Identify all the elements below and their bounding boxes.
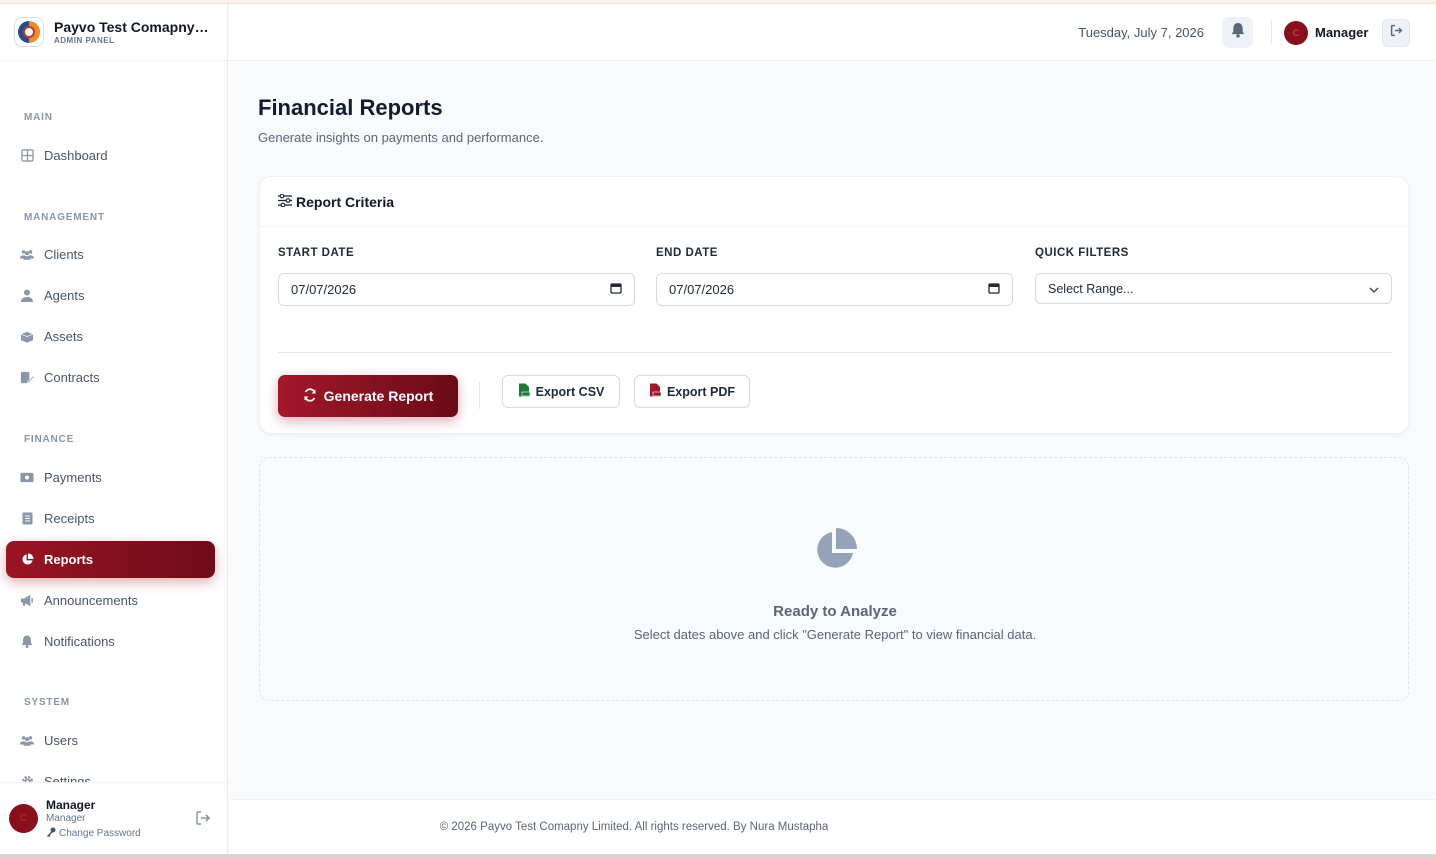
sidebar-item-dashboard[interactable]: Dashboard <box>6 137 215 174</box>
box-icon <box>20 330 34 344</box>
header-logout-button[interactable] <box>1382 19 1410 47</box>
chevron-down-icon <box>1369 282 1379 296</box>
copyright-text: © 2026 Payvo Test Comapny Limited. All r… <box>439 821 829 833</box>
sidebar-item-assets[interactable]: Assets <box>6 318 215 355</box>
end-date-label: END DATE <box>656 247 718 259</box>
section-title-management: MANAGEMENT <box>24 212 105 223</box>
start-date-input[interactable]: 07/07/2026 <box>278 273 635 306</box>
sidebar-user-name: Manager <box>46 798 96 812</box>
users-icon <box>20 734 34 748</box>
user-icon <box>20 289 34 303</box>
avatar[interactable]: C <box>1284 21 1308 45</box>
section-title-system: SYSTEM <box>24 697 70 708</box>
generate-report-button[interactable]: Generate Report <box>278 375 458 417</box>
sidebar-item-notifications[interactable]: Notifications <box>6 623 215 660</box>
key-icon <box>46 827 56 840</box>
card-header: Report Criteria <box>260 177 1408 227</box>
header-divider <box>1271 20 1272 45</box>
sidebar-item-label: Assets <box>44 329 84 344</box>
sidebar-item-label: Agents <box>44 288 85 303</box>
refresh-icon <box>303 387 317 405</box>
top-header: Tuesday, July 7, 2026 C Manager <box>229 4 1436 61</box>
sidebar-item-label: Dashboard <box>44 148 108 163</box>
sidebar-item-reports[interactable]: Reports <box>6 541 215 578</box>
sidebar-item-label: Reports <box>44 552 94 567</box>
sidebar-item-label: Clients <box>44 247 84 262</box>
export-csv-button[interactable]: Export CSV <box>502 375 620 408</box>
sliders-icon <box>278 193 292 210</box>
brand-subtitle: ADMIN PANEL <box>54 36 115 45</box>
brand[interactable]: Payvo Test Comapny Limited ADMIN PANEL <box>0 4 227 61</box>
page-title: Financial Reports <box>258 95 443 120</box>
sidebar-user-role: Manager <box>46 813 86 824</box>
logout-icon <box>1390 24 1403 42</box>
receipt-icon <box>20 512 34 526</box>
gear-icon <box>20 775 34 782</box>
users-icon <box>20 248 34 262</box>
avatar[interactable]: C <box>9 804 38 833</box>
sidebar-item-settings[interactable]: Settings <box>6 763 215 782</box>
sidebar-item-payments[interactable]: Payments <box>6 459 215 496</box>
page-subtitle: Generate insights on payments and perfor… <box>258 130 544 145</box>
notifications-button[interactable] <box>1222 17 1253 48</box>
company-logo-icon <box>14 17 44 47</box>
empty-state-title: Ready to Analyze <box>773 603 897 620</box>
section-title-finance: FINANCE <box>24 434 75 445</box>
empty-state-panel: Ready to Analyze Select dates above and … <box>259 457 1409 701</box>
sidebar-item-users[interactable]: Users <box>6 722 215 759</box>
sidebar-item-label: Settings <box>44 774 91 782</box>
report-criteria-card: Report Criteria START DATE 07/07/2026 EN… <box>259 176 1409 434</box>
grid-icon <box>20 149 34 163</box>
logout-icon[interactable] <box>195 810 211 826</box>
calendar-icon <box>610 282 622 297</box>
sidebar-item-contracts[interactable]: Contracts <box>6 359 215 396</box>
quick-filters-value: Select Range... <box>1048 281 1134 296</box>
megaphone-icon <box>20 594 34 608</box>
calendar-icon <box>988 282 1000 297</box>
pie-chart-icon <box>20 553 34 567</box>
page-footer: © 2026 Payvo Test Comapny Limited. All r… <box>229 799 1436 854</box>
quick-filters-select[interactable]: Select Range... <box>1035 273 1392 304</box>
current-date: Tuesday, July 7, 2026 <box>1078 25 1204 40</box>
brand-name: Payvo Test Comapny Limited <box>54 19 212 35</box>
card-title: Report Criteria <box>296 193 395 210</box>
sidebar-item-clients[interactable]: Clients <box>6 236 215 273</box>
change-password-link[interactable]: Change Password <box>46 827 141 840</box>
sidebar-item-label: Announcements <box>44 593 138 608</box>
sidebar-item-label: Contracts <box>44 370 100 385</box>
money-icon <box>20 471 34 485</box>
end-date-input[interactable]: 07/07/2026 <box>656 273 1013 306</box>
csv-file-icon <box>518 383 530 400</box>
sidebar-item-label: Notifications <box>44 634 115 649</box>
sidebar-item-receipts[interactable]: Receipts <box>6 500 215 537</box>
header-user-name[interactable]: Manager <box>1315 25 1368 40</box>
bell-icon <box>20 635 34 649</box>
pdf-file-icon <box>649 383 662 400</box>
end-date-value: 07/07/2026 <box>669 282 735 297</box>
generate-report-label: Generate Report <box>323 388 434 404</box>
start-date-label: START DATE <box>278 247 355 259</box>
pie-chart-icon <box>812 527 858 573</box>
quick-filters-label: QUICK FILTERS <box>1035 247 1129 259</box>
card-divider <box>278 352 1392 353</box>
change-password-label: Change Password <box>59 828 141 839</box>
sidebar-item-agents[interactable]: Agents <box>6 277 215 314</box>
sidebar-item-label: Payments <box>44 470 102 485</box>
sidebar-item-label: Receipts <box>44 511 95 526</box>
empty-state-message: Select dates above and click "Generate R… <box>633 627 1037 642</box>
export-pdf-label: Export PDF <box>666 384 736 399</box>
button-divider <box>479 382 480 409</box>
section-title-main: MAIN <box>24 112 53 123</box>
sidebar-item-announcements[interactable]: Announcements <box>6 582 215 619</box>
export-pdf-button[interactable]: Export PDF <box>634 375 750 408</box>
sidebar-item-label: Users <box>44 733 78 748</box>
sidebar-nav: MAIN Dashboard MANAGEMENT Clients Agents… <box>0 61 227 782</box>
contract-icon <box>20 371 34 385</box>
sidebar-user-panel: C Manager Manager Change Password <box>0 782 227 857</box>
bell-icon <box>1231 22 1245 43</box>
export-csv-label: Export CSV <box>535 384 605 399</box>
start-date-value: 07/07/2026 <box>291 282 357 297</box>
sidebar: Payvo Test Comapny Limited ADMIN PANEL M… <box>0 4 228 857</box>
